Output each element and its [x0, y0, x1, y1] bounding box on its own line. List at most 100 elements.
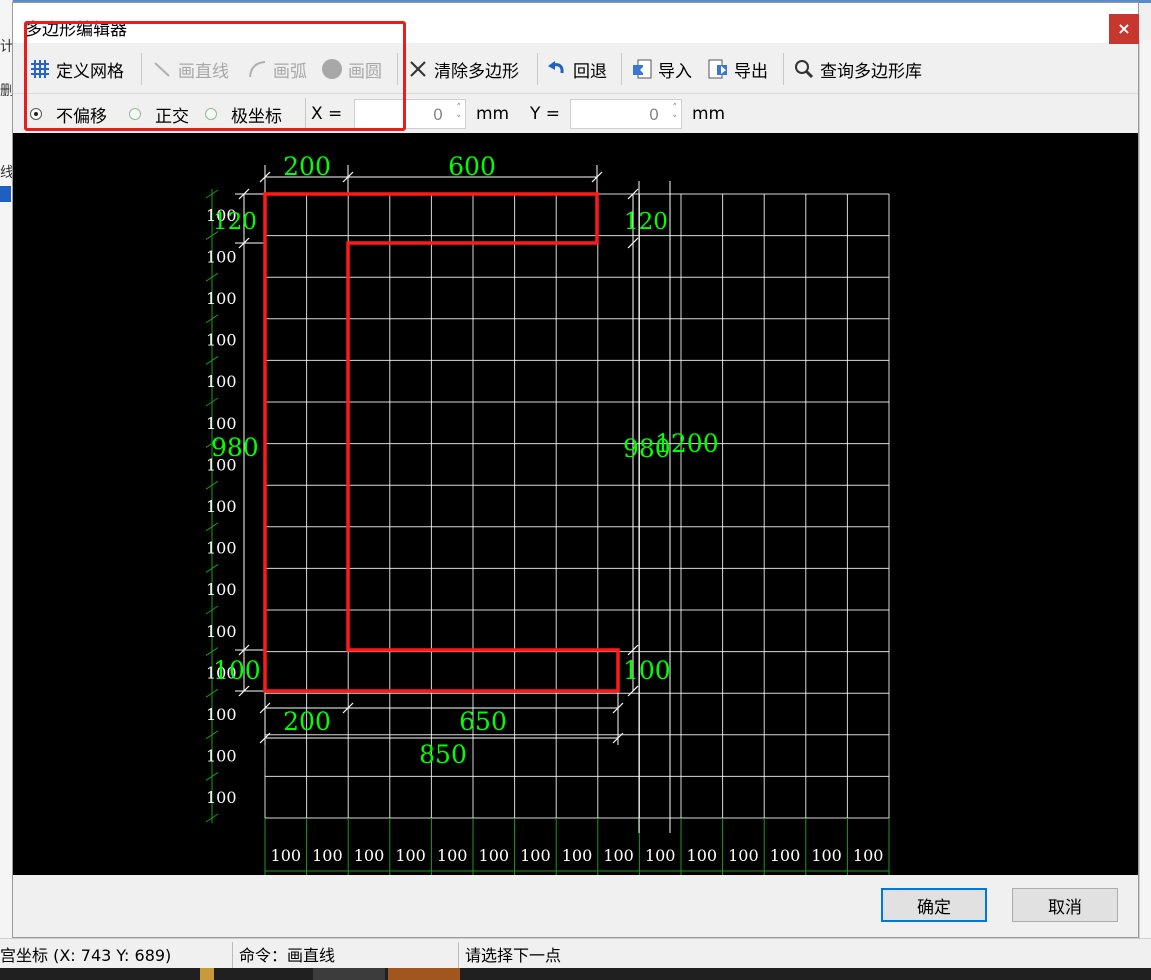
clear-polygon-label: 清除多边形 [434, 61, 519, 82]
import-label: 导入 [658, 61, 692, 82]
drawing-canvas[interactable]: 100 100 100 100 100 100 100 100 100 100 100 100 100 1… [13, 133, 1138, 875]
status-bar: 宫坐标 (X: 743 Y: 689) 命令：画直线 请选择下一点 [0, 938, 1151, 969]
grid-spacing-labels: 100 100 100 100 100 100 100 100 100 100 100 100 100 1… [206, 206, 883, 865]
taskbar [0, 968, 1151, 980]
taskbar-item[interactable] [388, 968, 460, 980]
status-separator [458, 942, 459, 968]
grid-label-row: 100 [206, 539, 237, 558]
current-command: 命令：画直线 [239, 946, 336, 965]
import-icon [631, 58, 653, 80]
draw-circle-label: 画圆 [348, 61, 382, 82]
undo-icon [546, 58, 568, 80]
draw-arc-button[interactable]: 画弧 [246, 49, 307, 89]
grid-label-row: 100 [206, 747, 237, 766]
undo-label: 回退 [573, 61, 607, 82]
polar-coordinates-label: 极坐标 [231, 106, 282, 127]
spinner-arrows-icon[interactable]: ˄ ˅ [457, 102, 462, 126]
toolbar-separator [537, 53, 538, 85]
import-button[interactable]: 导入 [631, 49, 692, 89]
no-offset-label: 不偏移 [56, 106, 107, 127]
toolbar-separator [141, 53, 142, 85]
dim-bottom-total: 850 [419, 740, 467, 769]
window-title: 多边形编辑器 [25, 20, 127, 40]
toolbar-separator [397, 53, 398, 85]
no-offset-radio[interactable]: 不偏移 [30, 94, 107, 134]
close-button[interactable]: × [1109, 14, 1139, 44]
options-bar: 不偏移 正交 极坐标 X = 0 ˄ ˅ mm Y = 0 ˄ ˅ mm [13, 93, 1138, 134]
grid-label-col: 100 [562, 846, 593, 865]
grid-label-row: 100 [206, 705, 237, 724]
grid-label-col: 100 [811, 846, 842, 865]
draw-arc-label: 画弧 [273, 61, 307, 82]
define-grid-label: 定义网格 [56, 61, 124, 82]
polygon-outline[interactable] [263, 192, 620, 693]
grid-label-col: 100 [853, 846, 884, 865]
y-label: Y = [530, 104, 561, 124]
grid-label-col: 100 [645, 846, 676, 865]
export-label: 导出 [734, 61, 768, 82]
dim-top-right: 600 [448, 152, 496, 181]
grid-label-col: 100 [395, 846, 426, 865]
grid-label-col: 100 [479, 846, 510, 865]
circle-icon [321, 58, 343, 80]
y-coordinate-input[interactable]: 0 ˄ ˅ [570, 99, 682, 129]
grid-label-row: 100 [206, 289, 237, 308]
line-icon [151, 58, 173, 80]
query-polygon-library-button[interactable]: 查询多边形库 [793, 49, 922, 89]
y-unit: mm [692, 104, 726, 124]
define-grid-button[interactable]: 定义网格 [29, 49, 124, 89]
export-button[interactable]: 导出 [707, 49, 768, 89]
dim-left-mid: 980 [211, 433, 259, 462]
clear-polygon-button[interactable]: 清除多边形 [407, 49, 519, 89]
spinner-arrows-icon[interactable]: ˄ ˅ [673, 102, 678, 126]
status-separator [232, 942, 233, 968]
draw-line-button[interactable]: 画直线 [151, 49, 229, 89]
x-coordinate-input[interactable]: 0 ˄ ˅ [354, 99, 466, 129]
dim-left-bottom: 100 [213, 656, 261, 685]
toolbar-separator [783, 53, 784, 85]
grid-label-row: 100 [206, 247, 237, 266]
toolbar: 定义网格 画直线 画弧 画圆 清除多边形 回退 导入 导出 查询多边形库 [13, 49, 1138, 91]
dim-top-left: 200 [283, 152, 331, 181]
radio-dot [129, 108, 141, 120]
ok-button[interactable]: 确定 [881, 888, 987, 922]
toolbar-separator [305, 98, 306, 130]
background-selection-marker [0, 186, 11, 202]
orthogonal-radio[interactable]: 正交 [129, 94, 189, 134]
grid-label-row: 100 [206, 622, 237, 641]
cursor-coordinates: 宫坐标 (X: 743 Y: 689) [0, 946, 172, 965]
grid-label-col: 100 [354, 846, 385, 865]
export-icon [707, 58, 729, 80]
taskbar-icon[interactable] [200, 968, 214, 980]
polar-coordinates-radio[interactable]: 极坐标 [205, 94, 282, 134]
undo-button[interactable]: 回退 [546, 49, 607, 89]
x-label: X = [311, 104, 343, 124]
polygon-drawing[interactable]: 100 100 100 100 100 100 100 100 100 100 100 100 100 1… [13, 133, 1138, 875]
radio-dot-checked [30, 108, 42, 120]
grid-icon [29, 58, 51, 80]
dim-right-top: 120 [624, 209, 668, 235]
toolbar-separator [621, 53, 622, 85]
background-app-right-panel [1139, 40, 1151, 940]
dim-right-bottom: 100 [623, 656, 671, 685]
title-bar: 多边形编辑器 × [13, 3, 1139, 44]
grid-label-col: 100 [520, 846, 551, 865]
taskbar-item[interactable] [313, 968, 385, 980]
grid-label-col: 100 [728, 846, 759, 865]
status-prompt: 请选择下一点 [465, 946, 562, 965]
cancel-button[interactable]: 取消 [1012, 888, 1118, 922]
grid-label-row: 100 [206, 414, 237, 433]
x-coordinate-value: 0 [432, 104, 443, 124]
y-coordinate-value: 0 [648, 104, 659, 124]
grid-label-col: 100 [271, 846, 302, 865]
dim-left-top: 120 [213, 209, 257, 235]
radio-dot [205, 108, 217, 120]
grid [264, 193, 890, 819]
grid-label-row: 100 [206, 331, 237, 350]
search-icon [793, 58, 815, 80]
draw-circle-button[interactable]: 画圆 [321, 49, 382, 89]
grid-label-col: 100 [312, 846, 343, 865]
polygon-editor-dialog: 多边形编辑器 × 定义网格 画直线 画弧 画圆 清除多边形 回退 导入 导出 查… [12, 2, 1139, 938]
orthogonal-label: 正交 [155, 106, 189, 127]
draw-line-label: 画直线 [178, 61, 229, 82]
